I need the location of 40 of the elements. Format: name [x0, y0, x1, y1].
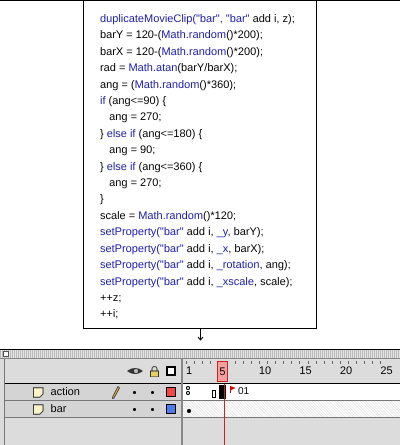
code-line: barX = 120-(Math.random()*200); [100, 44, 263, 60]
layer-name: bar [50, 402, 68, 417]
layer-name: action [50, 384, 81, 400]
code-line: setProperty("bar" add i, _rotation, ang); [100, 258, 291, 274]
code-line: barY = 120-(Math.random()*200); [100, 28, 263, 44]
code-line: ++z; [100, 290, 122, 306]
frame-number: 1 [185, 364, 194, 379]
code-line: rad = Math.atan(barY/barX); [100, 61, 238, 76]
eye-icon [127, 366, 143, 376]
code-line: } else if (ang<=180) { [100, 126, 202, 142]
playhead-line [224, 384, 226, 445]
layer-icon [33, 404, 44, 414]
frame-number: 5 [217, 361, 228, 382]
code-line: } [100, 192, 104, 208]
code-line: ang = 270; [108, 110, 162, 126]
lock-icon [150, 366, 159, 376]
code-line: scale = Math.random()*120; [100, 208, 236, 224]
close-box-icon [3, 351, 9, 357]
code-line: setProperty("bar" add i, _xscale, scale); [100, 274, 292, 290]
frame-end-icon [212, 390, 216, 398]
layer-row[interactable]: bar [5, 401, 181, 418]
code-line: duplicateMovieClip("bar", "bar" add i, z); [100, 12, 295, 27]
code-line: setProperty("bar" add i, _x, barX); [100, 242, 264, 257]
code-line: ang = 270; [108, 176, 162, 192]
layer-row[interactable]: action [5, 384, 181, 401]
frame-number: 20 [338, 364, 354, 379]
code-line: setProperty("bar" add i, _y, barY); [100, 225, 264, 240]
flag-icon [230, 386, 235, 393]
layer-icon [33, 386, 44, 398]
frame-label: 01 [238, 385, 250, 399]
frame-number: 15 [298, 364, 313, 379]
code-line: if (ang<=90) { [100, 94, 166, 110]
code-line: ang = (Math.random()*360); [100, 78, 236, 93]
outline-icon [166, 366, 176, 376]
frame-number: 10 [258, 364, 272, 379]
code-line: ++i; [100, 307, 118, 322]
frame-number: 25 [379, 364, 394, 379]
code-line: ang = 90; [108, 143, 156, 158]
code-line: } else if (ang<=360) { [100, 160, 202, 175]
action-keyframe-icon [186, 386, 191, 395]
